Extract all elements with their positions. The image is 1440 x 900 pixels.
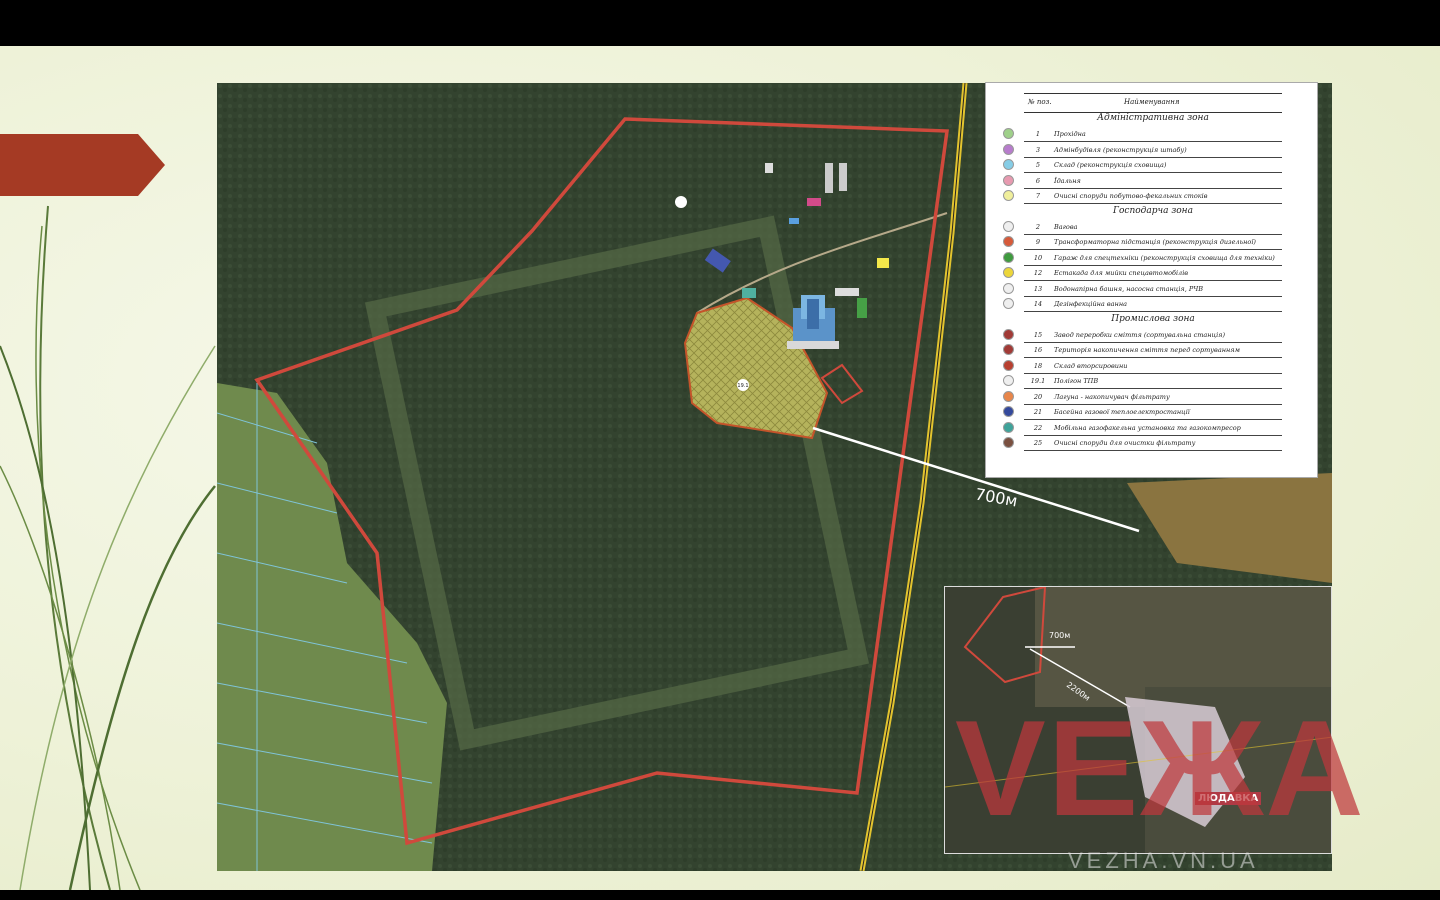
legend-label: Естакада для мийки спецавтомобілів (1054, 269, 1189, 277)
legend-label: Вагова (1054, 222, 1078, 231)
legend-row: 2 Вагова (986, 220, 1286, 234)
legend-row: 6 Їдальня (986, 174, 1286, 188)
legend-row: 20 Лагуна - накопичувач фільтрату (986, 390, 1286, 404)
legend-row: 25 Очисні споруди для очистки фільтрату (986, 436, 1286, 450)
legend-section-title: Адміністративна зона (1097, 113, 1209, 123)
legend-swatch (1003, 390, 1014, 402)
svg-text:19.1: 19.1 (737, 383, 748, 389)
legend-swatch (1003, 344, 1014, 355)
legend-label: Їдальня (1054, 176, 1081, 185)
legend-num: 14 (1033, 300, 1043, 308)
legend-row: 22 Мобільна газофакельна установка та газ… (986, 421, 1286, 435)
legend-label: Склад (реконструкція сховища) (1054, 161, 1167, 169)
legend-swatch (1003, 128, 1014, 139)
legend-label: Гараж для спецтехніки (реконструкція схо… (1054, 253, 1275, 262)
legend-num: 7 (1035, 192, 1041, 200)
legend-swatch (1003, 359, 1014, 371)
legend-swatch (1003, 267, 1014, 278)
legend-label: Адмінбудівля (реконструкція штабу) (1054, 145, 1187, 154)
legend-swatch (1003, 143, 1014, 155)
legend-swatch (1003, 298, 1014, 309)
legend-label: Мобільна газофакельна установка та газок… (1054, 423, 1241, 432)
legend-row: 15 Завод переробки сміття (сортувальна ст… (986, 328, 1286, 342)
legend-row: 10 Гараж для спецтехніки (реконструкція с… (986, 251, 1286, 265)
slide-accent-ribbon (0, 134, 165, 196)
legend-swatch (1003, 236, 1014, 247)
inset-distance-700: 700м (1049, 631, 1071, 640)
legend-num: 19.1 (1030, 377, 1046, 385)
legend-row: 1 Прохідна (986, 127, 1286, 141)
legend-label: Завод переробки сміття (сортувальна стан… (1054, 330, 1225, 339)
watermark-brand: VEЖА (955, 692, 1366, 844)
legend-col-num: № поз. (1028, 98, 1052, 106)
legend-section-title: Промислова зона (1111, 313, 1195, 324)
legend-label: Очисні споруди для очистки фільтрату (1054, 439, 1196, 447)
legend-swatch (1003, 375, 1014, 386)
legend-label: Полігон ТПВ (1054, 377, 1099, 385)
legend-swatch (1003, 406, 1014, 417)
legend-row: 7 Очисні споруди побутово-фекальних стокі… (986, 189, 1286, 203)
legend-row: 19.1 Полігон ТПВ (986, 374, 1286, 388)
legend-num: 1 (1035, 130, 1041, 138)
legend-swatch (1003, 282, 1014, 294)
watermark-url: VEZHA.VN.UA (1068, 848, 1259, 873)
legend-col-name: Найменування (1124, 98, 1180, 106)
legend-swatch (1003, 437, 1014, 448)
legend-row: 12 Естакада для мийки спецавтомобілів (986, 266, 1286, 280)
legend-label: Водонапірна башня, насосна станція, РЧВ (1054, 284, 1204, 293)
map-marker-small[interactable] (675, 196, 687, 208)
legend-row: 21 Басейна газової теплоелектростанції (986, 405, 1286, 419)
legend-num: 13 (1033, 284, 1043, 293)
legend-row: 5 Склад (реконструкція сховища) (986, 158, 1286, 172)
legend-swatch (1003, 174, 1014, 186)
legend-label: Територія накопичення сміття перед сорту… (1054, 346, 1240, 354)
legend-num: 6 (1035, 176, 1041, 185)
legend-label: Лагуна - накопичувач фільтрату (1054, 392, 1170, 401)
legend-label: Басейна газової теплоелектростанції (1054, 408, 1190, 416)
bottom-letterbox (0, 890, 1440, 900)
legend-divider (1024, 311, 1282, 312)
legend-label: Трансформаторна підстанція (реконструкці… (1054, 238, 1256, 246)
legend-row: 9 Трансформаторна підстанція (реконструкц… (986, 235, 1286, 249)
legend-label: Склад вторсировини (1054, 361, 1128, 370)
legend-swatch (1003, 190, 1014, 201)
legend-divider (1024, 203, 1282, 204)
legend-label: Дезінфекційна ванна (1054, 300, 1127, 308)
map-legend: № поз. Найменування Адміністративна зона… (985, 82, 1318, 478)
legend-num: 3 (1035, 145, 1041, 154)
legend-divider (1024, 450, 1282, 451)
legend-num: 5 (1035, 161, 1041, 169)
legend-row: 13 Водонапірна башня, насосна станція, РЧ… (986, 282, 1286, 296)
legend-swatch (1003, 159, 1014, 170)
legend-num: 21 (1033, 408, 1043, 416)
legend-num: 18 (1033, 361, 1043, 370)
legend-section-title: Господарча зона (1113, 205, 1193, 216)
legend-swatch (1003, 220, 1014, 232)
legend-num: 22 (1033, 423, 1043, 432)
legend-header: № поз. Найменування (1024, 93, 1282, 113)
legend-label: Очисні споруди побутово-фекальних стоків (1054, 192, 1208, 200)
top-letterbox (0, 0, 1440, 46)
legend-swatch (1003, 328, 1014, 340)
legend-num: 9 (1035, 238, 1041, 246)
legend-num: 2 (1035, 222, 1041, 231)
legend-num: 10 (1033, 253, 1043, 262)
legend-row: 18 Склад вторсировини (986, 359, 1286, 373)
legend-num: 12 (1033, 269, 1043, 277)
legend-num: 25 (1033, 439, 1043, 447)
legend-swatch (1003, 251, 1014, 263)
legend-row: 3 Адмінбудівля (реконструкція штабу) (986, 143, 1286, 157)
legend-num: 15 (1033, 330, 1043, 339)
legend-num: 16 (1033, 346, 1043, 354)
legend-label: Прохідна (1054, 130, 1086, 138)
legend-num: 20 (1033, 392, 1043, 401)
legend-swatch (1003, 421, 1014, 433)
legend-row: 16 Територія накопичення сміття перед сор… (986, 343, 1286, 357)
legend-row: 14 Дезінфекційна ванна (986, 297, 1286, 311)
